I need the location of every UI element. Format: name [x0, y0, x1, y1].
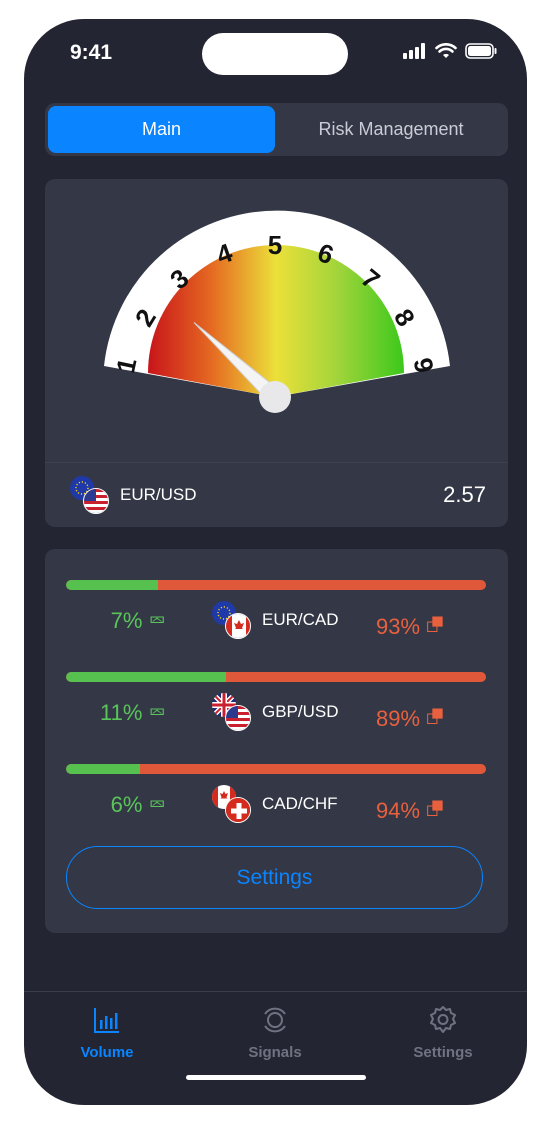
signal-icon: [403, 43, 425, 59]
sell-value: 94% ⮻: [376, 792, 476, 830]
double-chevron-up-icon: ⮹: [148, 792, 166, 817]
double-chevron-up-icon: ⮹: [148, 608, 166, 633]
home-indicator: [186, 1075, 366, 1080]
cad-chf-flag-icon: [212, 785, 251, 823]
tab-volume-label: Volume: [80, 1044, 134, 1061]
pair-name: CAD/CHF: [262, 794, 338, 813]
wifi-icon: [435, 43, 457, 58]
sell-value: 93% ⮻: [376, 608, 476, 646]
signals-icon: [264, 1007, 286, 1033]
status-time: 9:41: [70, 41, 113, 64]
pairs-card: 7% ⮹ EUR/CAD 93% ⮻ 11% ⮹ GBP/USD 89% ⮻ 6…: [45, 549, 508, 933]
gauge-needle-hub: [259, 381, 291, 413]
gauge-number: 5: [268, 230, 282, 260]
gauge: 1234 5 6789: [104, 210, 450, 413]
double-chevron-down-icon: ⮻: [426, 612, 444, 637]
bar-chart-icon: [94, 1008, 119, 1033]
volume-bar-buy: [66, 580, 159, 590]
settings-button[interactable]: Settings: [66, 846, 483, 909]
gbp-usd-flag-icon: [212, 693, 251, 731]
pair-name: EUR/CAD: [262, 610, 339, 629]
list-item[interactable]: 7% ⮹ EUR/CAD 93% ⮻: [66, 580, 486, 660]
buy-percent: 7%: [110, 608, 143, 633]
buy-value: 7% ⮹: [66, 608, 166, 634]
pair-label: CAD/CHF: [212, 784, 338, 824]
gauge-card: 123456789 EUR/USD 2.57: [45, 179, 508, 527]
tab-main[interactable]: Main: [48, 106, 275, 153]
selected-pair-row[interactable]: EUR/USD 2.57: [70, 475, 486, 515]
sell-value: 89% ⮻: [376, 700, 476, 738]
buy-value: 11% ⮹: [66, 700, 166, 726]
selected-pair-name: EUR/USD: [120, 485, 197, 504]
sell-percent: 89%: [376, 706, 421, 731]
tab-signals-label: Signals: [248, 1044, 302, 1061]
double-chevron-down-icon: ⮻: [426, 704, 444, 729]
segmented-control: Main Risk Management: [45, 103, 508, 156]
divider: [45, 462, 508, 463]
volume-bar: [66, 672, 486, 682]
volume-bar: [66, 580, 486, 590]
eur-usd-flag-icon: [70, 476, 109, 514]
volume-bar-buy: [66, 764, 140, 774]
sell-percent: 93%: [376, 614, 421, 639]
tab-signals[interactable]: Signals: [215, 1002, 335, 1061]
double-chevron-up-icon: ⮹: [148, 700, 166, 725]
eur-cad-flag-icon: [212, 601, 251, 639]
tab-risk-management[interactable]: Risk Management: [276, 106, 506, 153]
tab-volume[interactable]: Volume: [47, 1002, 167, 1061]
gear-icon: [430, 1006, 456, 1033]
selected-pair-value: 2.57: [443, 482, 486, 507]
pair-label: EUR/CAD: [212, 600, 339, 640]
dynamic-island: [202, 33, 348, 75]
volume-bar: [66, 764, 486, 774]
phone-screen: 9:41 Main Risk Management 1 2 3 4 5 6 7 …: [24, 19, 527, 1105]
list-item[interactable]: 6% ⮹ CAD/CHF 94% ⮻: [66, 764, 486, 844]
tab-settings[interactable]: Settings: [383, 1002, 503, 1061]
battery-icon: [465, 43, 497, 59]
buy-percent: 6%: [110, 792, 143, 817]
list-item[interactable]: 11% ⮹ GBP/USD 89% ⮻: [66, 672, 486, 752]
tab-bar: Volume Signals Settings: [24, 991, 527, 1105]
buy-value: 6% ⮹: [66, 792, 166, 818]
sell-percent: 94%: [376, 798, 421, 823]
double-chevron-down-icon: ⮻: [426, 796, 444, 821]
volume-bar-buy: [66, 672, 226, 682]
tab-settings-label: Settings: [413, 1044, 473, 1061]
status-icons: [403, 43, 497, 59]
pair-name: GBP/USD: [262, 702, 339, 721]
buy-percent: 11%: [99, 700, 143, 725]
pair-label: GBP/USD: [212, 692, 339, 732]
